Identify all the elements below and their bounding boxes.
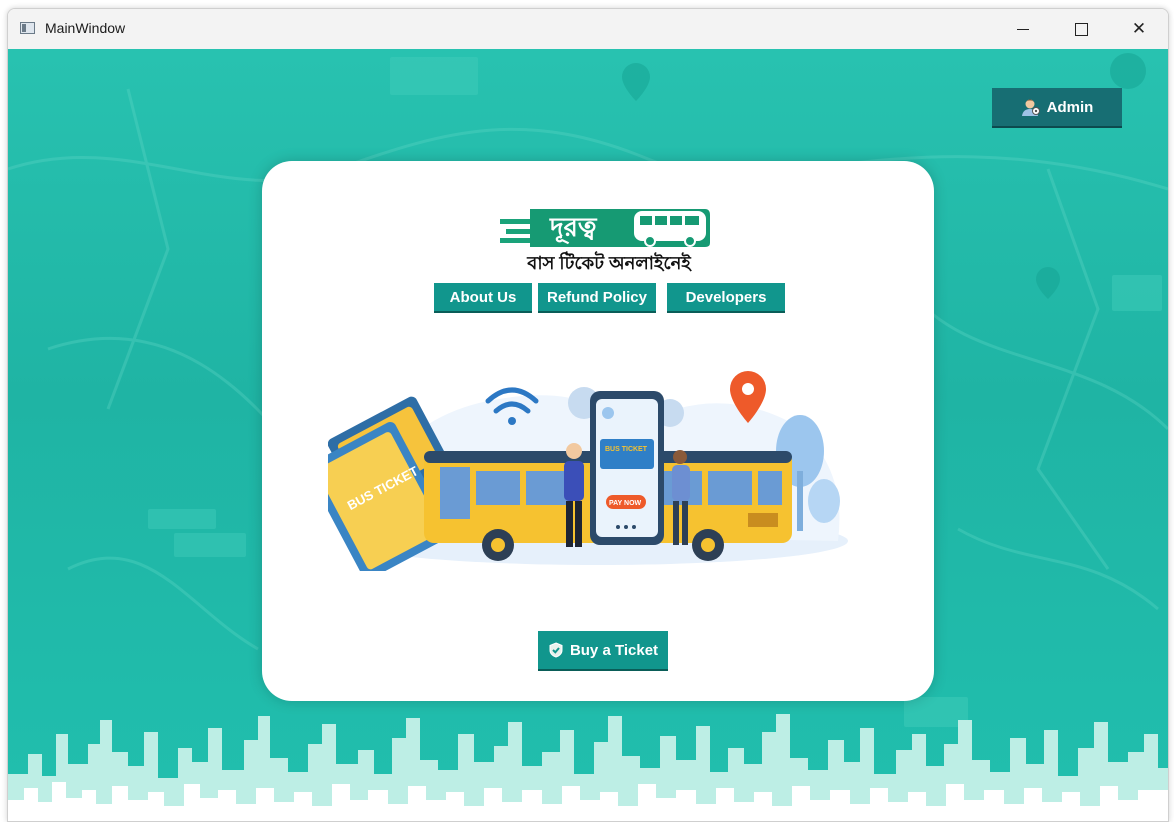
refund-policy-button[interactable]: Refund Policy bbox=[538, 283, 656, 313]
window-title: MainWindow bbox=[45, 20, 126, 36]
bus-logo-icon bbox=[500, 209, 710, 247]
title-bar[interactable]: MainWindow ✕ bbox=[8, 9, 1168, 49]
admin-user-icon bbox=[1021, 99, 1040, 116]
brand-name: দূরত্ব bbox=[550, 212, 597, 242]
maximize-button[interactable] bbox=[1052, 9, 1110, 49]
shield-check-icon bbox=[549, 642, 563, 658]
minimize-button[interactable] bbox=[994, 9, 1052, 49]
buy-ticket-label: Buy a Ticket bbox=[569, 641, 659, 659]
maximize-icon bbox=[1074, 22, 1088, 36]
close-button[interactable]: ✕ bbox=[1110, 9, 1168, 49]
developers-button[interactable]: Developers bbox=[667, 283, 785, 313]
main-window: MainWindow ✕ Admin দূরত্ব বাস টিকেট অনলা… bbox=[7, 8, 1169, 822]
admin-label: Admin bbox=[1046, 98, 1094, 116]
app-window-icon bbox=[20, 22, 35, 34]
admin-button[interactable]: Admin bbox=[992, 88, 1122, 128]
pay-now-label: PAY NOW bbox=[609, 500, 642, 507]
brand-tagline: বাস টিকেট অনলাইনেই bbox=[527, 253, 691, 273]
about-us-button[interactable]: About Us bbox=[434, 283, 532, 313]
bus-ticket-illustration: BUS TICKET BUS TICKET PAY NOW bbox=[328, 371, 848, 571]
brand-logo: দূরত্ব বাস টিকেট অনলাইনেই bbox=[500, 205, 710, 273]
svg-text:BUS TICKET: BUS TICKET bbox=[605, 446, 648, 453]
close-icon: ✕ bbox=[1131, 19, 1147, 38]
welcome-card: দূরত্ব বাস টিকেট অনলাইনেই About Us Refun… bbox=[262, 161, 934, 701]
buy-ticket-button[interactable]: Buy a Ticket bbox=[538, 631, 668, 671]
minimize-icon bbox=[1017, 28, 1029, 30]
main-content: Admin দূরত্ব বাস টিকেট অনলাইনেই About Us… bbox=[8, 49, 1168, 821]
city-skyline bbox=[8, 714, 1168, 821]
